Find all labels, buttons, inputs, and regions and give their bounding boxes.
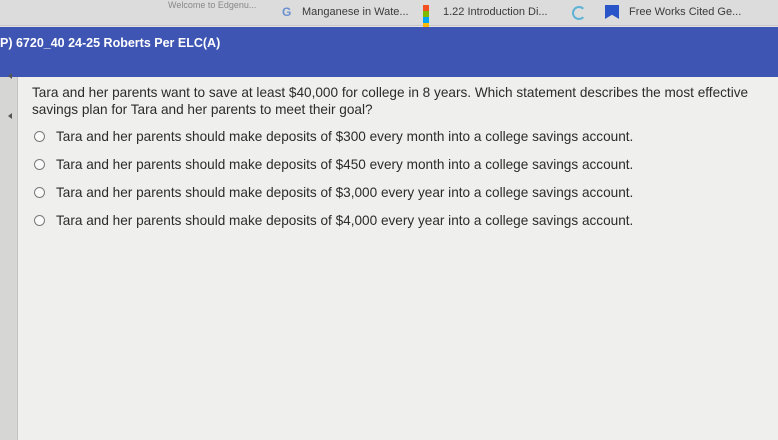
google-icon: G — [282, 5, 292, 19]
answer-option[interactable]: Tara and her parents should make deposit… — [34, 122, 633, 150]
loading-ring-icon — [572, 6, 586, 20]
answer-option[interactable]: Tara and her parents should make deposit… — [34, 206, 633, 234]
answer-option[interactable]: Tara and her parents should make deposit… — [34, 178, 633, 206]
bookmark-loading[interactable] — [572, 6, 592, 20]
radio-button[interactable] — [34, 186, 45, 198]
radio-button[interactable] — [34, 214, 45, 226]
answer-options: Tara and her parents should make deposit… — [34, 122, 633, 234]
option-label[interactable]: Tara and her parents should make deposit… — [56, 157, 633, 172]
bookmark-works-cited[interactable]: Free Works Cited Ge... — [605, 5, 741, 19]
radio-button[interactable] — [34, 158, 45, 170]
bookmark-edgenuity[interactable]: Welcome to Edgenu... — [168, 0, 256, 10]
option-label[interactable]: Tara and her parents should make deposit… — [56, 129, 633, 144]
bookmark-label: 1.22 Introduction Di... — [443, 6, 548, 18]
bookmark-label: Free Works Cited Ge... — [629, 6, 742, 18]
collapse-arrow-icon[interactable] — [8, 113, 12, 119]
course-header: P) 6720_40 24-25 Roberts Per ELC(A) — [0, 27, 778, 77]
bookmark-flag-icon — [605, 5, 619, 19]
microsoft-icon — [423, 5, 437, 29]
option-label[interactable]: Tara and her parents should make deposit… — [56, 213, 633, 228]
bookmarks-bar: Welcome to Edgenu... G Manganese in Wate… — [0, 0, 778, 29]
answer-option[interactable]: Tara and her parents should make deposit… — [34, 150, 633, 178]
question-text: Tara and her parents want to save at lea… — [32, 85, 749, 117]
collapse-arrow-icon[interactable] — [8, 73, 12, 79]
bookmark-label: Welcome to Edgenu... — [168, 0, 257, 10]
option-label[interactable]: Tara and her parents should make deposit… — [56, 185, 633, 200]
course-title: P) 6720_40 24-25 Roberts Per ELC(A) — [0, 36, 221, 50]
bookmark-introduction[interactable]: 1.22 Introduction Di... — [423, 5, 548, 29]
bookmark-manganese[interactable]: G Manganese in Wate... — [282, 5, 409, 19]
sidebar-edge[interactable] — [0, 73, 18, 440]
bookmark-label: Manganese in Wate... — [302, 6, 409, 18]
radio-button[interactable] — [34, 130, 45, 142]
